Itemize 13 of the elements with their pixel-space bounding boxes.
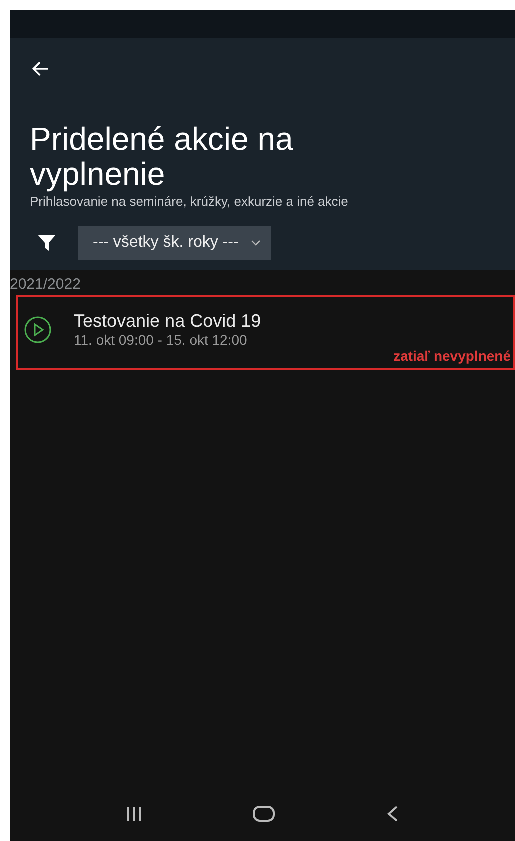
recent-apps-icon[interactable] [126, 806, 142, 820]
page-subtitle: Prihlasovanie na semináre, krúžky, exkurzie a iné akcie [30, 194, 350, 209]
chevron-down-icon [250, 240, 261, 246]
event-status: zatiaľ nevyplnené [394, 348, 512, 364]
home-icon[interactable] [253, 806, 276, 822]
group-label: 2021/2022 [10, 275, 82, 293]
event-dates: 11. okt 09:00 - 15. okt 12:00 [74, 332, 248, 348]
year-select[interactable]: --- všetky šk. roky --- [78, 226, 271, 260]
page-title: Pridelené akcie na vyplnenie [30, 122, 294, 192]
filter-icon[interactable] [38, 234, 56, 250]
event-title: Testovanie na Covid 19 [74, 311, 262, 332]
event-item[interactable]: Testovanie na Covid 19 11. okt 09:00 - 15. okt 12:00 zatiaľ nevyplnené [16, 295, 515, 370]
back-icon[interactable] [387, 806, 400, 822]
